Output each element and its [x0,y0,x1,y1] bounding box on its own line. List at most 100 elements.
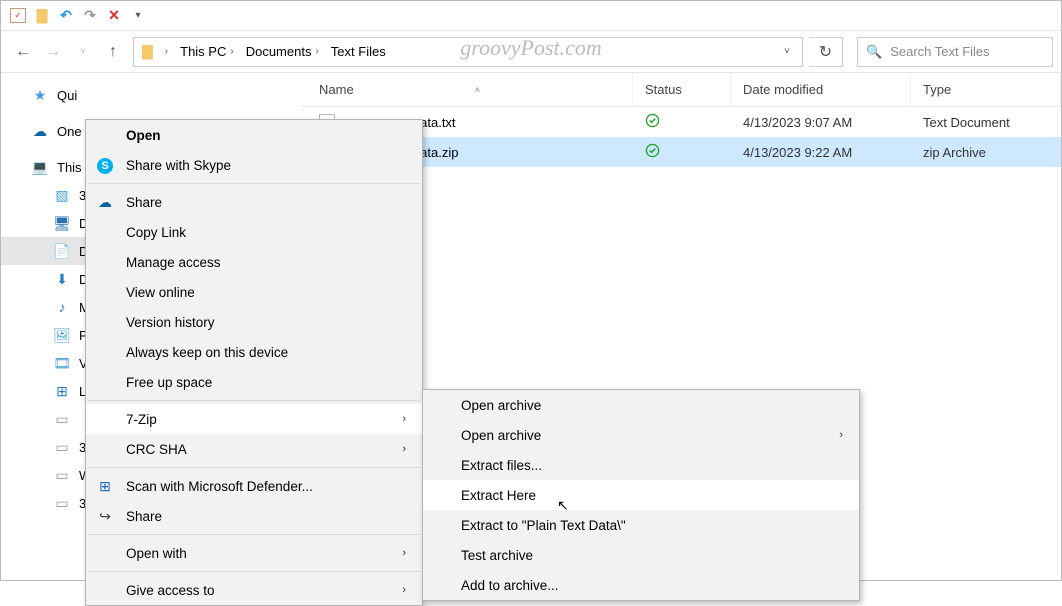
context-menu-separator [88,183,420,184]
undo-icon[interactable]: ↶ [55,5,77,27]
context-menu-item-label: Share with Skype [126,158,231,173]
context-menu-item[interactable]: Extract Here [423,480,859,510]
submenu-arrow-icon: › [402,443,406,455]
sidebar-item-icon: ★ [31,87,49,104]
column-status[interactable]: Status [633,73,731,106]
quick-access-toolbar: ✓ ▇ ↶ ↷ × ▾ [1,1,1061,31]
submenu-arrow-icon: › [402,584,406,596]
context-menu-item-label: Extract files... [461,458,542,473]
context-menu-item[interactable]: Open [86,120,422,150]
context-menu-item[interactable]: Manage access [86,247,422,277]
back-button[interactable]: ← [9,38,37,66]
context-menu-item-label: Manage access [126,255,221,270]
sidebar-item-label: One [57,124,82,139]
file-status-cell [633,143,731,161]
breadcrumb-documents[interactable]: Documents› [242,42,323,61]
column-headers: Name˄ Status Date modified Type [301,73,1061,107]
search-input[interactable]: 🔍 Search Text Files [857,37,1053,67]
sidebar-item-icon: 🎞 [53,355,71,372]
sidebar-item-icon: ⊞ [53,383,71,400]
address-bar[interactable]: ▇ › This PC› Documents› Text Files ˅ [133,37,803,67]
file-name-text: ata.txt [420,115,455,130]
context-menu-item[interactable]: CRC SHA › [86,434,422,464]
context-menu-item-label: View online [126,285,195,300]
context-menu-item-label: Scan with Microsoft Defender... [126,479,313,494]
sidebar-item-icon: 🖼 [53,327,71,344]
recent-dropdown-icon[interactable]: ˅ [69,38,97,66]
sidebar-item-icon: ♪ [53,299,71,315]
context-menu-item-label: Add to archive... [461,578,559,593]
context-menu-item-label: Open with [126,546,187,561]
submenu-arrow-icon: › [402,413,406,425]
sidebar-item-icon: ▧ [53,187,71,204]
context-menu-item[interactable]: Test archive [423,540,859,570]
context-menu-item-icon: ☁ [96,194,114,211]
qat-dropdown-icon[interactable]: ▾ [127,5,149,27]
context-menu-item[interactable]: ⊞ Scan with Microsoft Defender... [86,471,422,501]
context-menu-item-icon: ⊞ [96,478,114,495]
context-menu-item[interactable]: Extract to "Plain Text Data\" [423,510,859,540]
context-menu-item[interactable]: Open archive [423,390,859,420]
context-menu-item[interactable]: Version history [86,307,422,337]
forward-button[interactable]: → [39,38,67,66]
qat-properties-icon[interactable]: ✓ [7,5,29,27]
context-menu-item[interactable]: Free up space [86,367,422,397]
context-menu-item[interactable]: ↪Share [86,501,422,531]
context-menu-item-label: Open archive [461,398,541,413]
context-submenu-7zip: Open archiveOpen archive›Extract files..… [422,389,860,601]
context-menu-separator [88,467,420,468]
sidebar-item-icon: ▭ [53,467,71,484]
context-menu-item[interactable]: Always keep on this device [86,337,422,367]
column-date-modified[interactable]: Date modified [731,73,911,106]
redo-icon[interactable]: ↷ [79,5,101,27]
context-menu-item[interactable]: Extract files... [423,450,859,480]
context-menu-item[interactable]: Give access to › [86,575,422,605]
context-menu-item-label: Free up space [126,375,212,390]
delete-icon[interactable]: × [103,5,125,27]
context-menu-item[interactable]: Open with› [86,538,422,568]
file-date-cell: 4/13/2023 9:22 AM [731,145,911,160]
search-placeholder: Search Text Files [890,44,989,59]
sidebar-item-label: This [57,160,82,175]
context-menu-item-label: CRC SHA [126,442,187,457]
context-menu-item-label: Extract Here [461,488,536,503]
context-menu-separator [88,400,420,401]
up-button[interactable]: ↑ [99,38,127,66]
column-name[interactable]: Name˄ [301,73,633,106]
sidebar-item[interactable]: ★ Qui [1,81,301,109]
refresh-button[interactable]: ↻ [809,37,843,67]
file-type-cell: zip Archive [911,145,1061,160]
sidebar-item-icon: 💻 [31,159,49,176]
address-dropdown-icon[interactable]: ˅ [776,46,798,57]
context-menu-separator [88,534,420,535]
context-menu-item-label: Share [126,195,162,210]
breadcrumb-text-files[interactable]: Text Files [327,42,390,61]
context-menu-item[interactable]: Copy Link [86,217,422,247]
context-menu-item-label: Test archive [461,548,533,563]
context-menu-item[interactable]: ☁ Share [86,187,422,217]
file-status-cell [633,113,731,131]
context-menu-item[interactable]: Open archive› [423,420,859,450]
breadcrumb-this-pc[interactable]: This PC› [176,42,238,61]
sidebar-item-icon: ▭ [53,439,71,456]
sidebar-item-icon: ▭ [53,495,71,512]
context-menu-item-icon: S [96,156,114,174]
context-menu-item[interactable]: View online [86,277,422,307]
qat-folder-icon[interactable]: ▇ [31,5,53,27]
column-type[interactable]: Type [911,73,1061,106]
breadcrumb-root-chevron[interactable]: › [161,44,172,59]
context-menu-item-label: 7-Zip [126,412,157,427]
context-menu-item[interactable]: Add to archive... [423,570,859,600]
sidebar-item-label: Qui [57,88,77,103]
context-menu-item[interactable]: 7-Zip › [86,404,422,434]
sidebar-item-icon: ⬇ [53,271,71,288]
folder-icon: ▇ [138,43,157,60]
context-menu-item-label: Version history [126,315,215,330]
context-menu-item-label: Give access to [126,583,215,598]
sidebar-item-icon: ▭ [53,411,71,428]
context-menu-item-label: Open archive [461,428,541,443]
sidebar-item-icon: ☁ [31,123,49,140]
context-menu-item-label: Extract to "Plain Text Data\" [461,518,626,533]
context-menu-item[interactable]: S Share with Skype [86,150,422,180]
context-menu-item-label: Open [126,128,161,143]
